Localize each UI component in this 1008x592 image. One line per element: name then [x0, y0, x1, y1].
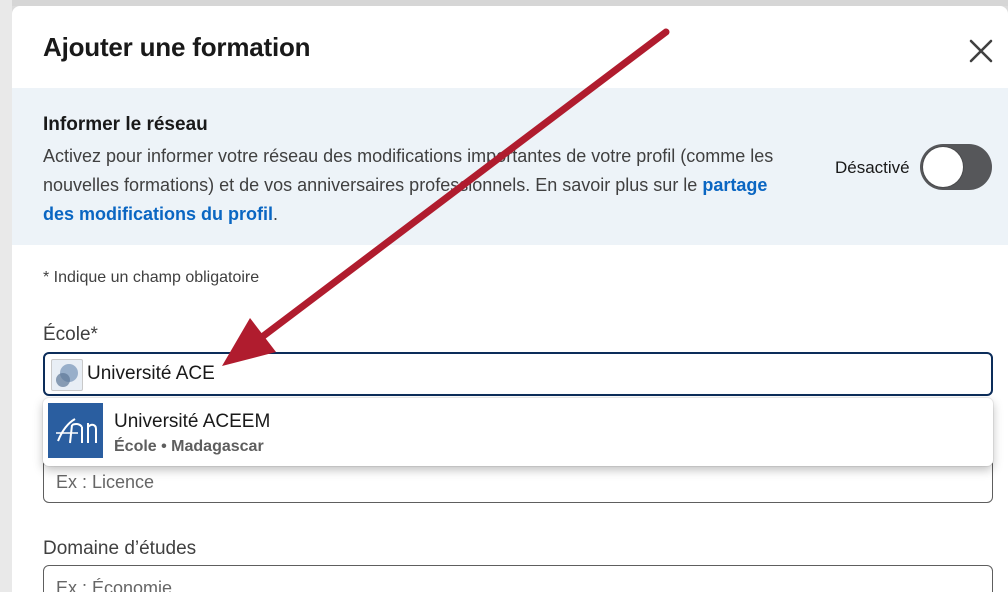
- field-of-study-field[interactable]: [43, 565, 993, 592]
- add-education-modal: Ajouter une formation Informer le réseau…: [12, 6, 1008, 592]
- school-field[interactable]: [43, 352, 993, 396]
- required-field-note: * Indique un champ obligatoire: [43, 269, 260, 286]
- degree-input[interactable]: [56, 470, 956, 494]
- close-icon: [969, 39, 993, 63]
- modal-header: Ajouter une formation: [12, 6, 1008, 88]
- suggestion-name: Université ACEEM: [114, 411, 271, 432]
- school-label: École*: [43, 324, 98, 345]
- notify-description-end: .: [273, 204, 279, 224]
- suggestion-subtitle: École • Madagascar: [114, 438, 264, 455]
- field-of-study-label: Domaine d’études: [43, 538, 197, 559]
- notify-title: Informer le réseau: [43, 114, 208, 135]
- field-of-study-input[interactable]: [56, 576, 956, 592]
- modal-title: Ajouter une formation: [43, 32, 311, 62]
- school-input[interactable]: [87, 360, 967, 388]
- notify-description: Activez pour informer votre réseau des m…: [43, 142, 803, 229]
- notify-network-section: Informer le réseau Activez pour informer…: [12, 88, 1008, 245]
- close-button[interactable]: [966, 36, 996, 66]
- school-suggestion-item[interactable]: Université ACEEM École • Madagascar: [43, 398, 993, 466]
- toggle-knob: [923, 147, 963, 187]
- school-logo-icon: [48, 403, 103, 458]
- school-placeholder-icon: [51, 359, 83, 391]
- notify-description-text: Activez pour informer votre réseau des m…: [43, 146, 774, 195]
- notify-network-toggle[interactable]: [920, 144, 992, 190]
- toggle-status-label: Désactivé: [835, 158, 910, 177]
- background-page: [0, 0, 12, 592]
